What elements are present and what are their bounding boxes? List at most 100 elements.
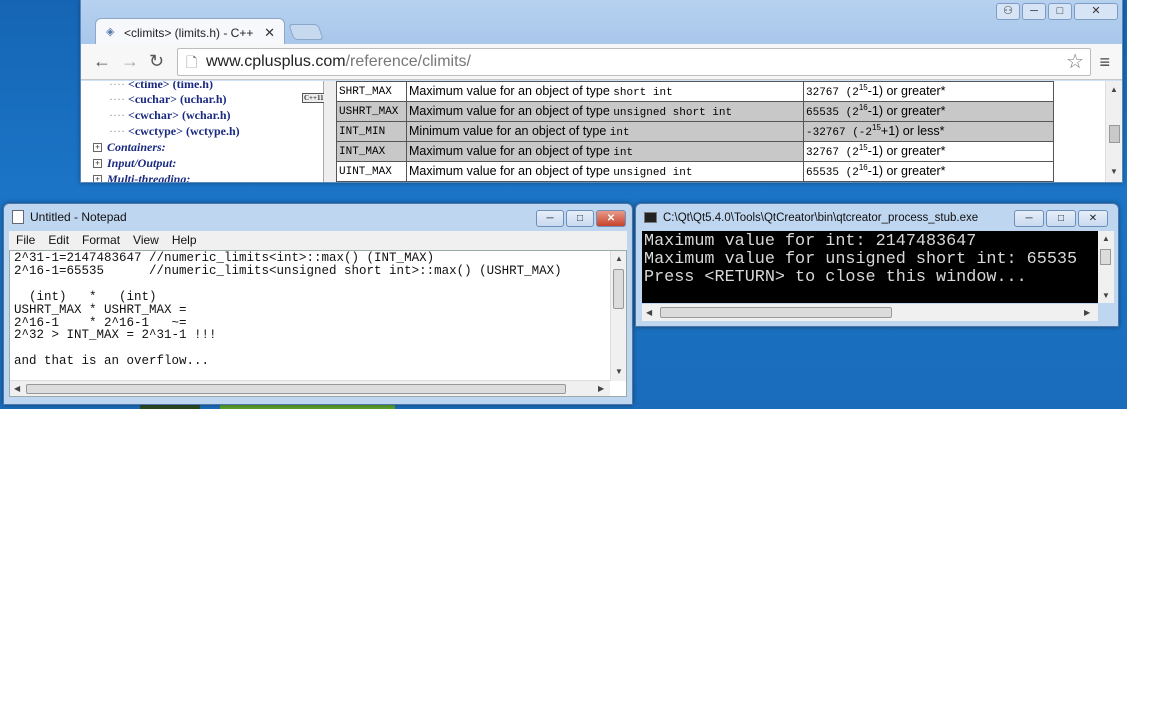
notepad-window: Untitled - Notepad ─ □ ✕ File Edit Format V…	[3, 203, 633, 405]
back-button[interactable]: ←	[93, 52, 111, 70]
tab-close-icon[interactable]: ✕	[264, 25, 275, 41]
console-close-button[interactable]: ✕	[1078, 210, 1108, 227]
expand-icon[interactable]: +	[93, 175, 102, 182]
menu-file[interactable]: File	[9, 231, 41, 247]
console-output: Maximum value for int: 2147483647 Maximu…	[644, 232, 1078, 287]
address-bar[interactable]: 🗋 www.cplusplus.com/reference/climits/ ☆	[177, 48, 1091, 76]
cpp11-badge: C++11	[302, 93, 326, 103]
scroll-right-arrow-icon[interactable]: ▶	[1084, 308, 1090, 317]
page-vertical-scrollbar[interactable]: ▲ ▼	[1105, 81, 1122, 182]
description-cell: Maximum value for an object of type unsi…	[406, 101, 804, 122]
user-profile-icon[interactable]: ⚇	[996, 3, 1020, 20]
console-titlebar: C:\Qt\Qt5.4.0\Tools\QtCreator\bin\qtcrea…	[644, 212, 978, 224]
notepad-minimize-button[interactable]: ─	[536, 210, 564, 227]
table-row: INT_MAX Maximum value for an object of ty…	[336, 141, 1054, 162]
scroll-down-arrow-icon[interactable]: ▼	[1110, 167, 1118, 176]
console-title: C:\Qt\Qt5.4.0\Tools\QtCreator\bin\qtcrea…	[663, 212, 979, 224]
browser-toolbar: ← → ↻ 🗋 www.cplusplus.com/reference/clim…	[81, 44, 1122, 80]
expand-icon[interactable]: +	[93, 143, 102, 152]
console-icon	[644, 212, 657, 223]
value-cell: 32767 (215-1) or greater*	[803, 81, 1054, 102]
notepad-menubar: File Edit Format View Help	[9, 231, 627, 250]
notepad-title: Untitled - Notepad	[30, 210, 127, 224]
menu-format[interactable]: Format	[75, 231, 126, 247]
browser-tab[interactable]: ◈ <climits> (limits.h) - C++ ✕	[95, 18, 285, 44]
scroll-up-arrow-icon[interactable]: ▲	[1102, 234, 1110, 243]
value-cell: -32767 (-215+1) or less*	[803, 121, 1054, 142]
forward-button[interactable]: →	[121, 52, 139, 70]
close-button[interactable]: ✕	[1074, 3, 1118, 20]
notepad-vertical-scrollbar[interactable]: ▲ ▼	[610, 251, 626, 381]
console-vertical-scrollbar[interactable]: ▲ ▼	[1098, 231, 1114, 303]
expand-icon[interactable]: +	[93, 159, 102, 168]
page-icon: 🗋	[186, 54, 198, 70]
table-row: USHRT_MAX Maximum value for an object of …	[336, 101, 1054, 122]
sidebar-item-cuchar[interactable]: ···· <cuchar> (uchar.h)	[109, 92, 227, 108]
cplusplus-favicon-icon: ◈	[106, 26, 115, 38]
browser-window: ◈ <climits> (limits.h) - C++ ✕ ⚇ ─ □ ✕ ←…	[80, 0, 1123, 183]
table-row: SHRT_MAX Maximum value for an object of t…	[336, 81, 1054, 102]
console-horizontal-scrollbar[interactable]: ◀ ▶	[642, 304, 1098, 321]
value-cell: 65535 (216-1) or greater*	[803, 101, 1054, 122]
scroll-thumb[interactable]	[1100, 249, 1111, 265]
maximize-button[interactable]: □	[1048, 3, 1072, 20]
console-output-area[interactable]: Maximum value for int: 2147483647 Maximu…	[642, 231, 1098, 303]
reload-button[interactable]: ↻	[149, 52, 164, 70]
scroll-thumb[interactable]	[26, 384, 566, 394]
scroll-up-arrow-icon[interactable]: ▲	[615, 254, 623, 263]
chrome-menu-icon[interactable]: ≡	[1099, 52, 1110, 73]
bookmark-star-icon[interactable]: ☆	[1066, 49, 1084, 75]
scroll-down-arrow-icon[interactable]: ▼	[615, 367, 623, 376]
desktop-background: ◈ <climits> (limits.h) - C++ ✕ ⚇ ─ □ ✕ ←…	[0, 0, 1127, 409]
sidebar-section-multi-threading[interactable]: + Multi-threading:	[93, 172, 190, 182]
notepad-horizontal-scrollbar[interactable]: ◀ ▶	[10, 380, 610, 396]
notepad-close-button[interactable]: ✕	[596, 210, 626, 227]
url-path: /reference/climits/	[345, 53, 471, 70]
scroll-right-arrow-icon[interactable]: ▶	[598, 384, 604, 393]
macro-name-cell: SHRT_MAX	[336, 81, 407, 102]
page-content: ···· <ctime> (time.h) ···· <cuchar> (uch…	[81, 81, 1122, 182]
console-window-controls: ─ □ ✕	[1014, 210, 1108, 227]
value-cell: 65535 (216-1) or greater*	[803, 161, 1054, 182]
sidebar-item-cwchar[interactable]: ···· <cwchar> (wchar.h)	[109, 108, 231, 124]
reference-sidebar: ···· <ctime> (time.h) ···· <cuchar> (uch…	[81, 81, 326, 182]
table-row: UINT_MAX Maximum value for an object of t…	[336, 161, 1054, 182]
scroll-thumb[interactable]	[660, 307, 892, 318]
notepad-text-area[interactable]: 2^31-1=2147483647 //numeric_limits<int>:…	[9, 250, 627, 397]
macro-name-cell: INT_MAX	[336, 141, 407, 162]
menu-help[interactable]: Help	[165, 231, 203, 247]
macro-name-cell: UINT_MAX	[336, 161, 407, 182]
minimize-button[interactable]: ─	[1022, 3, 1046, 20]
browser-window-controls: ⚇ ─ □ ✕	[996, 3, 1118, 20]
scroll-thumb[interactable]	[613, 269, 624, 309]
macro-name-cell: USHRT_MAX	[336, 101, 407, 122]
value-cell: 32767 (215-1) or greater*	[803, 141, 1054, 162]
tab-strip: ◈ <climits> (limits.h) - C++ ✕ ⚇ ─ □ ✕	[81, 0, 1122, 44]
notepad-maximize-button[interactable]: □	[566, 210, 594, 227]
menu-edit[interactable]: Edit	[41, 231, 75, 247]
description-cell: Minimum value for an object of type int	[406, 121, 804, 142]
console-window: C:\Qt\Qt5.4.0\Tools\QtCreator\bin\qtcrea…	[635, 203, 1119, 327]
description-cell: Maximum value for an object of type shor…	[406, 81, 804, 102]
scroll-left-arrow-icon[interactable]: ◀	[646, 308, 652, 317]
menu-view[interactable]: View	[126, 231, 165, 247]
scroll-up-arrow-icon[interactable]: ▲	[1110, 85, 1118, 94]
climits-table: SHRT_MAX Maximum value for an object of t…	[336, 81, 1054, 182]
sidebar-section-input-output[interactable]: + Input/Output:	[93, 156, 176, 172]
macro-name-cell: INT_MIN	[336, 121, 407, 142]
table-row: INT_MIN Minimum value for an object of ty…	[336, 121, 1054, 142]
tab-title: <climits> (limits.h) - C++	[124, 26, 254, 40]
notepad-content[interactable]: 2^31-1=2147483647 //numeric_limits<int>:…	[14, 252, 562, 368]
sidebar-section-containers[interactable]: + Containers:	[93, 140, 166, 156]
description-cell: Maximum value for an object of type unsi…	[406, 161, 804, 182]
new-tab-button[interactable]	[288, 24, 324, 40]
notepad-titlebar: Untitled - Notepad	[12, 210, 127, 224]
notepad-window-controls: ─ □ ✕	[536, 210, 626, 227]
sidebar-item-cwctype[interactable]: ···· <cwctype> (wctype.h)	[109, 124, 240, 140]
scroll-left-arrow-icon[interactable]: ◀	[14, 384, 20, 393]
scroll-down-arrow-icon[interactable]: ▼	[1102, 291, 1110, 300]
scroll-thumb[interactable]	[1109, 125, 1120, 143]
console-maximize-button[interactable]: □	[1046, 210, 1076, 227]
description-cell: Maximum value for an object of type int	[406, 141, 804, 162]
console-minimize-button[interactable]: ─	[1014, 210, 1044, 227]
